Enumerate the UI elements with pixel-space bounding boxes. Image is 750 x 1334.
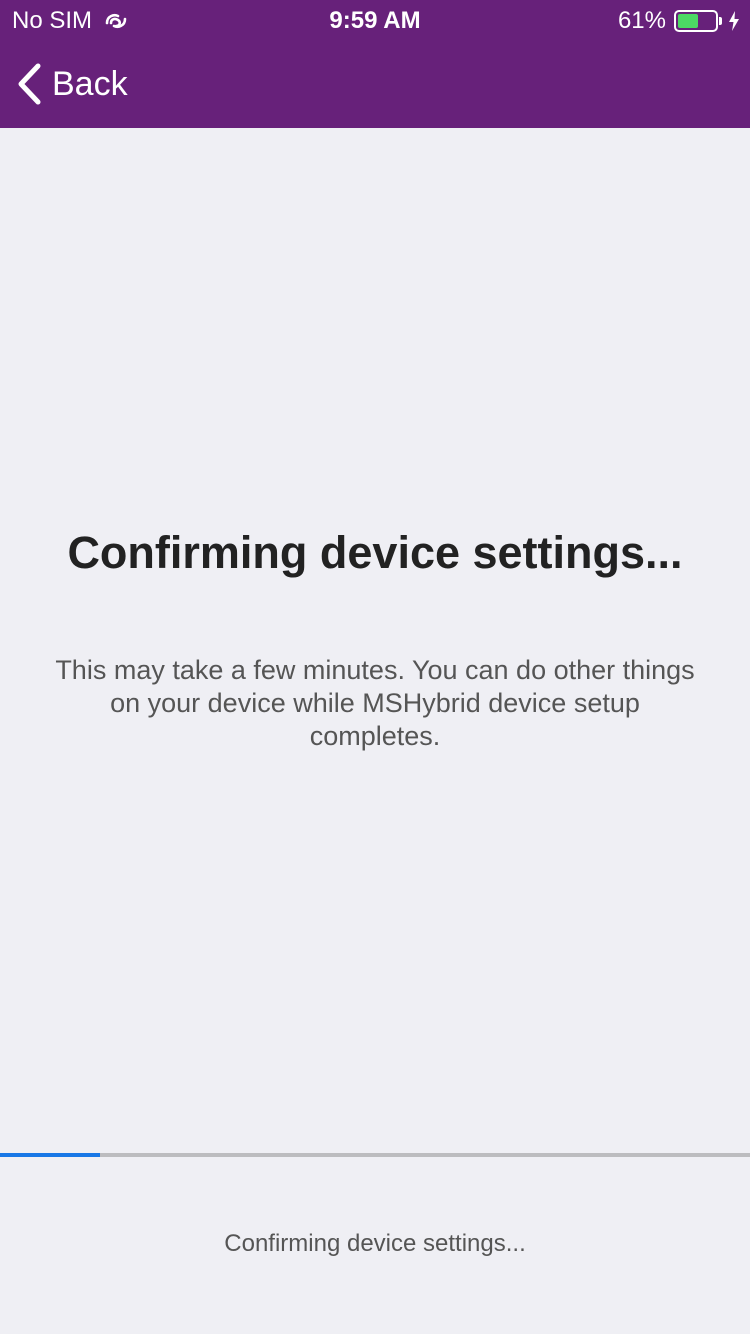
main-content: Confirming device settings... This may t… — [0, 128, 750, 1334]
progress-status-text: Confirming device settings... — [224, 1230, 526, 1257]
carrier-indicator: No SIM — [12, 6, 130, 36]
battery-level-fill — [678, 14, 699, 28]
back-button[interactable]: Back — [16, 60, 128, 108]
bolt-icon — [729, 11, 739, 31]
back-label: Back — [52, 65, 128, 103]
progress-fill — [0, 1153, 100, 1157]
battery-indicator: 61% — [618, 6, 740, 36]
page-title: Confirming device settings... — [67, 527, 683, 578]
chevron-left-icon — [18, 63, 41, 105]
app-header: No SIM 9:59 AM 61% Back — [0, 0, 750, 128]
carrier-label: No SIM — [12, 7, 93, 34]
status-bar: No SIM 9:59 AM 61% — [0, 0, 750, 40]
info-message: This may take a few minutes. You can do … — [55, 655, 695, 751]
wifi-link-icon — [105, 13, 127, 29]
battery-cap — [719, 17, 722, 25]
progress-bar — [0, 1153, 750, 1157]
battery-percent: 61% — [617, 7, 666, 34]
battery-icon — [674, 10, 718, 32]
